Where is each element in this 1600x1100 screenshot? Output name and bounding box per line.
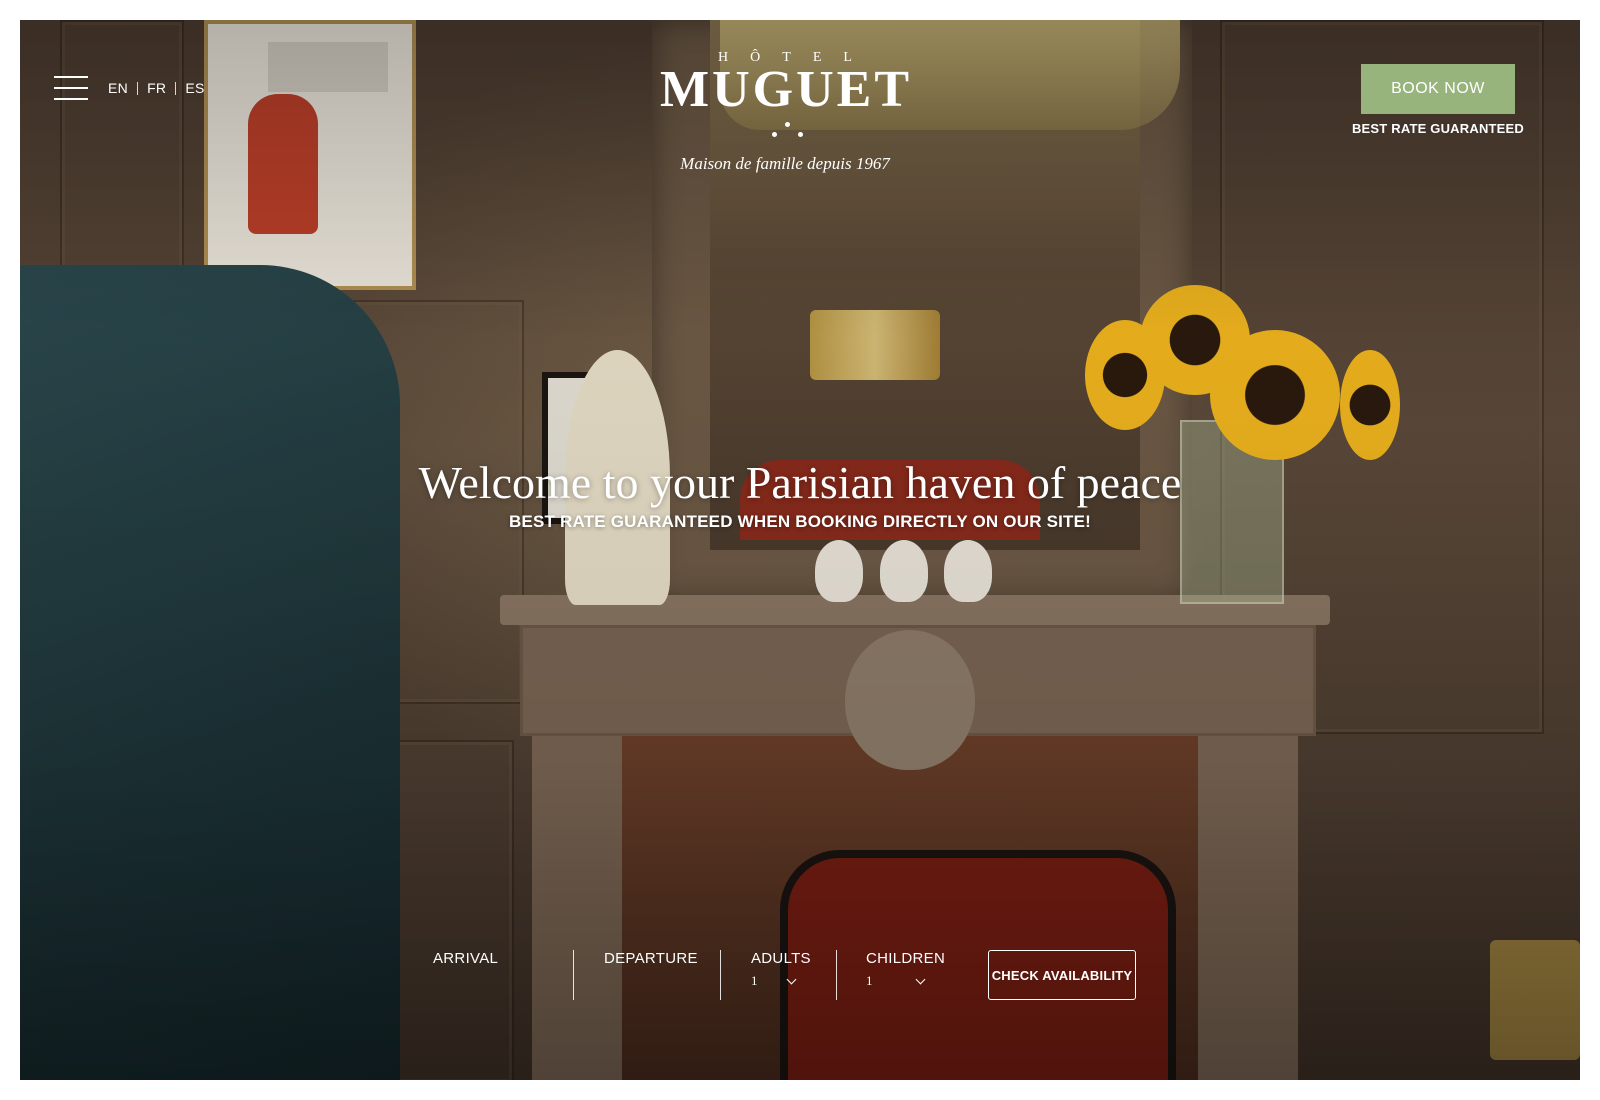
logo-name: MUGUET [660,61,912,118]
hero-headline: Welcome to your Parisian haven of peace [418,457,1182,508]
book-now-button[interactable]: BOOK NOW [1361,64,1515,114]
language-fr[interactable]: FR [147,80,166,96]
hotel-logo[interactable]: HÔTEL MUGUET Maison de famille depuis 19… [660,50,910,174]
chevron-down-icon [786,974,796,984]
hamburger-menu-icon[interactable] [54,76,88,102]
logo-tagline: Maison de famille depuis 1967 [680,154,890,173]
divider [836,950,837,1000]
divider [137,81,139,95]
language-switcher: EN FR ES [108,80,205,96]
best-rate-note: BEST RATE GUARANTEED [1351,121,1525,136]
children-label: CHILDREN [866,950,946,967]
language-en[interactable]: EN [108,80,128,96]
adults-label: ADULTS [751,950,811,967]
check-availability-button[interactable]: CHECK AVAILABILITY [988,950,1136,1000]
departure-label: DEPARTURE [604,950,698,967]
divider [720,950,721,1000]
logo-dots-icon [660,120,910,142]
chevron-down-icon [915,974,925,984]
booking-bar: ARRIVAL DEPARTURE ADULTS 1 CHILDREN 1 CH… [20,950,1580,1010]
divider [175,81,177,95]
arrival-label: ARRIVAL [433,950,499,967]
children-value: 1 [866,973,873,988]
adults-value: 1 [751,973,758,988]
adults-select[interactable]: ADULTS 1 [751,950,811,989]
hero-section: EN FR ES HÔTEL MUGUET Maison de famille … [20,20,1580,1080]
children-select[interactable]: CHILDREN 1 [866,950,945,989]
divider [573,950,574,1000]
arrival-field[interactable]: ARRIVAL [433,950,498,967]
language-es[interactable]: ES [185,80,204,96]
hero-subheadline: BEST RATE GUARANTEED WHEN BOOKING DIRECT… [508,512,1092,531]
departure-field[interactable]: DEPARTURE [604,950,698,967]
hero-overlay [20,20,1580,1080]
